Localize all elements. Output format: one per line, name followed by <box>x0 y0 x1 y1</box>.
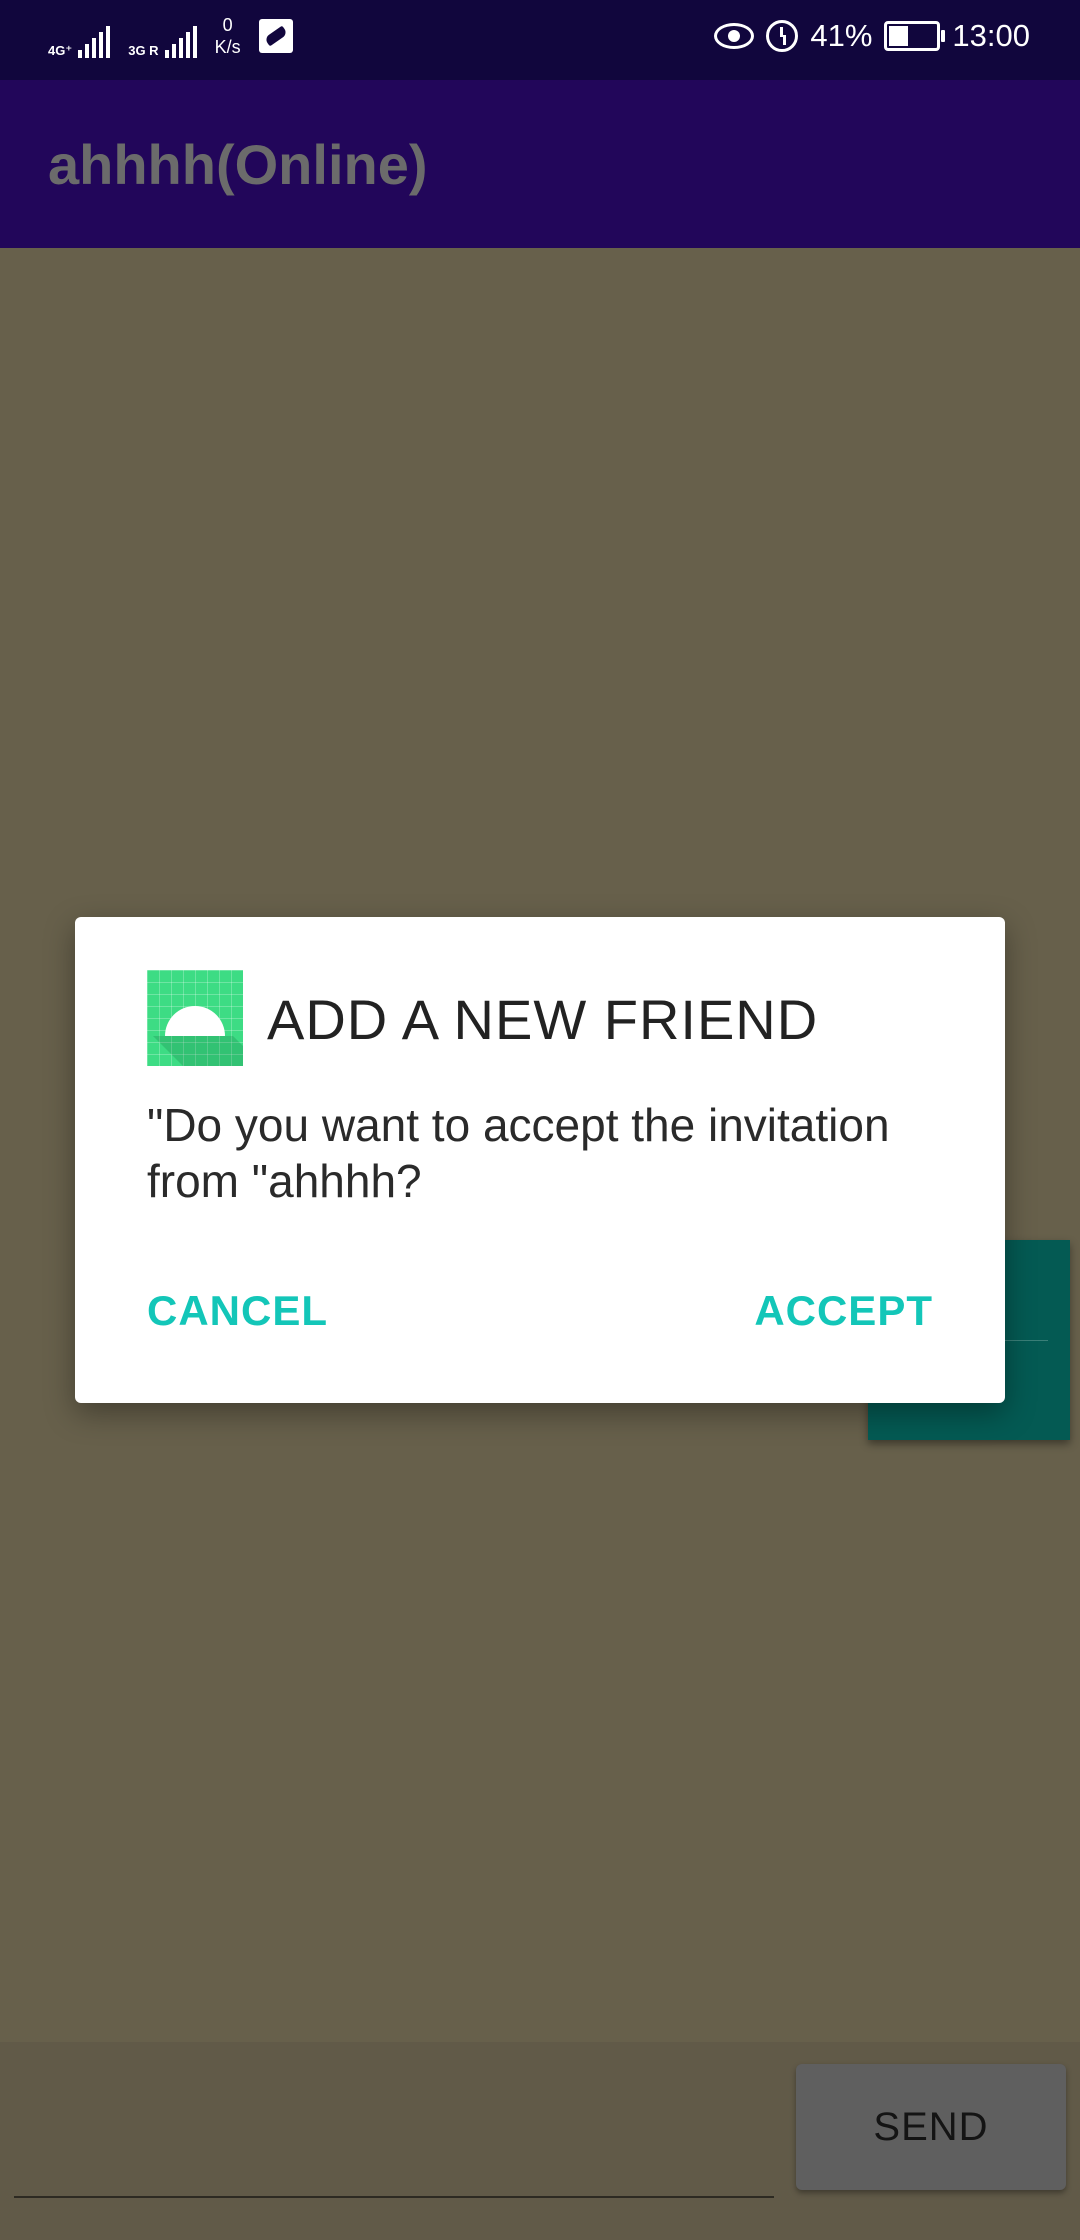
cancel-button[interactable]: CANCEL <box>147 1287 328 1335</box>
network-type-label: 4G⁺ <box>48 43 73 58</box>
accept-button[interactable]: ACCEPT <box>754 1287 933 1335</box>
status-left: 4G⁺ 3G R 0 K/s <box>48 14 293 58</box>
signal-bars-icon <box>78 24 111 58</box>
speed-value: 0 <box>222 15 233 35</box>
send-button[interactable]: SEND <box>796 2064 1066 2190</box>
battery-percent: 41% <box>810 18 873 53</box>
status-bar: 4G⁺ 3G R 0 K/s 41% 13:00 <box>0 0 1080 80</box>
message-composer: SEND <box>0 2042 1080 2240</box>
network-speed: 0 K/s <box>215 14 241 58</box>
bird-app-icon <box>258 19 293 53</box>
alarm-icon <box>766 20 799 52</box>
android-app-icon <box>147 970 243 1066</box>
chat-title: ahhhh(Online) <box>48 133 428 196</box>
clock: 13:00 <box>952 18 1030 53</box>
dialog-message: "Do you want to accept the invitation fr… <box>147 1099 890 1207</box>
status-right: 41% 13:00 <box>714 18 1030 54</box>
app-bar: ahhhh(Online) <box>0 80 1080 248</box>
battery-icon <box>884 21 946 51</box>
message-input[interactable] <box>14 2124 774 2198</box>
speed-unit: K/s <box>214 37 241 57</box>
network-type-label: 3G R <box>128 43 159 58</box>
signal-3g: 3G R <box>128 14 197 58</box>
eye-icon <box>714 23 755 49</box>
signal-bars-icon <box>164 24 197 58</box>
add-friend-dialog: ADD A NEW FRIEND "Do you want to accept … <box>75 917 1005 1403</box>
dialog-title: ADD A NEW FRIEND <box>267 988 819 1051</box>
signal-4g: 4G⁺ <box>48 14 111 58</box>
